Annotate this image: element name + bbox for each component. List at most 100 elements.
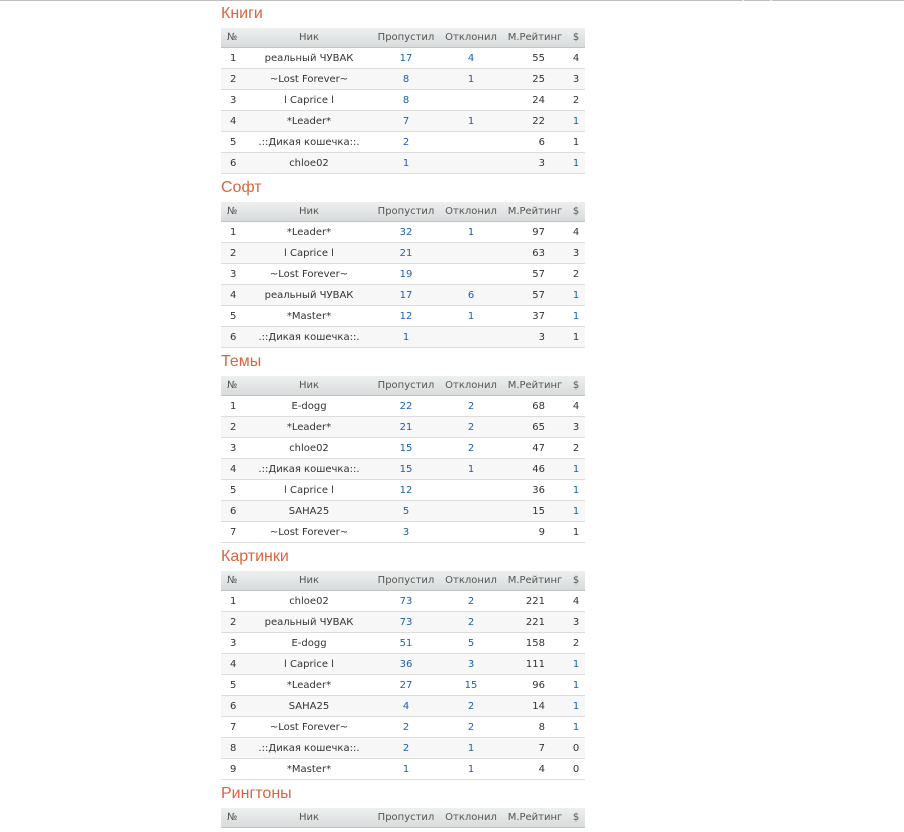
header-cash[interactable]: $ (567, 808, 585, 828)
skipped-count-link[interactable]: 1 (373, 152, 439, 174)
cash-link[interactable]: 1 (567, 695, 585, 717)
rejected-count-link[interactable]: 1 (439, 758, 503, 780)
skipped-count-link[interactable]: 7 (373, 110, 439, 132)
header-cash[interactable]: $ (567, 202, 585, 222)
skipped-count-link[interactable]: 32 (373, 221, 439, 243)
table-row: 6 SAHA25 5 15 1 (221, 500, 585, 522)
cash-link[interactable]: 1 (567, 152, 585, 174)
row-num: 4 (221, 653, 245, 675)
header-cash[interactable]: $ (567, 376, 585, 396)
rejected-count-link[interactable]: 1 (439, 68, 503, 90)
header-num[interactable]: № (221, 28, 245, 48)
header-rejected[interactable]: Отклонил (439, 376, 503, 396)
header-skipped[interactable]: Пропустил (373, 28, 439, 48)
header-num[interactable]: № (221, 571, 245, 591)
header-rating[interactable]: М.Рейтинг (503, 202, 567, 222)
cash-link[interactable]: 1 (567, 674, 585, 696)
skipped-count-link[interactable]: 2 (373, 737, 439, 759)
cash-value: 3 (567, 242, 585, 264)
skipped-count-link[interactable]: 17 (373, 47, 439, 69)
header-rating[interactable]: М.Рейтинг (503, 28, 567, 48)
rejected-count-link[interactable]: 1 (439, 458, 503, 480)
header-skipped[interactable]: Пропустил (373, 202, 439, 222)
header-skipped[interactable]: Пропустил (373, 376, 439, 396)
header-nick[interactable]: Ник (245, 571, 373, 591)
header-skipped[interactable]: Пропустил (373, 808, 439, 828)
rejected-count-link[interactable]: 2 (439, 395, 503, 417)
header-num[interactable]: № (221, 202, 245, 222)
skipped-count-link[interactable]: 8 (373, 89, 439, 111)
skipped-count-link[interactable]: 36 (373, 653, 439, 675)
rejected-count-link[interactable]: 2 (439, 590, 503, 612)
cash-link[interactable]: 1 (567, 305, 585, 327)
cash-link[interactable]: 1 (567, 284, 585, 306)
rejected-count-link[interactable]: 2 (439, 611, 503, 633)
table-row: 1 *Leader* 32 1 97 4 (221, 221, 585, 243)
skipped-count-link[interactable]: 27 (373, 674, 439, 696)
rejected-count-link[interactable]: 1 (439, 305, 503, 327)
skipped-count-link[interactable]: 19 (373, 263, 439, 285)
cash-value: 4 (567, 590, 585, 612)
skipped-count-link[interactable]: 1 (373, 326, 439, 348)
rejected-count-link[interactable]: 15 (439, 674, 503, 696)
cash-link[interactable]: 1 (567, 479, 585, 501)
table-header-row: № Ник Пропустил Отклонил М.Рейтинг $ (221, 376, 585, 396)
cash-link[interactable]: 1 (567, 653, 585, 675)
skipped-count-link[interactable]: 17 (373, 284, 439, 306)
skipped-count-link[interactable]: 2 (373, 716, 439, 738)
row-num: 6 (221, 500, 245, 522)
cash-link[interactable]: 1 (567, 110, 585, 132)
rejected-count-link[interactable]: 2 (439, 437, 503, 459)
header-rejected[interactable]: Отклонил (439, 28, 503, 48)
cash-value: 0 (567, 758, 585, 780)
skipped-count-link[interactable]: 4 (373, 695, 439, 717)
skipped-count-link[interactable]: 51 (373, 632, 439, 654)
cash-link[interactable]: 1 (567, 458, 585, 480)
header-num[interactable]: № (221, 376, 245, 396)
header-rejected[interactable]: Отклонил (439, 202, 503, 222)
skipped-count-link[interactable]: 15 (373, 458, 439, 480)
table-row: 5l Caprice l 12 36 1 (221, 479, 585, 501)
rejected-count-link[interactable]: 2 (439, 416, 503, 438)
skipped-count-link[interactable]: 22 (373, 395, 439, 417)
cash-link[interactable]: 1 (567, 716, 585, 738)
skipped-count-link[interactable]: 8 (373, 68, 439, 90)
rejected-count-link[interactable]: 4 (439, 47, 503, 69)
skipped-count-link[interactable]: 1 (373, 758, 439, 780)
header-rating[interactable]: М.Рейтинг (503, 808, 567, 828)
header-nick[interactable]: Ник (245, 202, 373, 222)
header-nick[interactable]: Ник (245, 808, 373, 828)
table-row: 3 chloe02 15 2 47 2 (221, 437, 585, 459)
skipped-count-link[interactable]: 2 (373, 131, 439, 153)
skipped-count-link[interactable]: 21 (373, 242, 439, 264)
header-rejected[interactable]: Отклонил (439, 808, 503, 828)
rating-value: 65 (503, 416, 567, 438)
skipped-count-link[interactable]: 73 (373, 590, 439, 612)
skipped-count-link[interactable]: 15 (373, 437, 439, 459)
rejected-count-link[interactable]: 6 (439, 284, 503, 306)
header-rejected[interactable]: Отклонил (439, 571, 503, 591)
header-rating[interactable]: М.Рейтинг (503, 571, 567, 591)
rejected-count-link[interactable]: 5 (439, 632, 503, 654)
header-nick[interactable]: Ник (245, 376, 373, 396)
rejected-count-link[interactable]: 1 (439, 221, 503, 243)
user-nick: l Caprice l (245, 479, 373, 501)
rejected-count-link[interactable]: 2 (439, 695, 503, 717)
skipped-count-link[interactable]: 12 (373, 479, 439, 501)
cash-link[interactable]: 1 (567, 500, 585, 522)
skipped-count-link[interactable]: 3 (373, 521, 439, 543)
header-num[interactable]: № (221, 808, 245, 828)
rejected-count-link[interactable]: 2 (439, 716, 503, 738)
rejected-count-link[interactable]: 3 (439, 653, 503, 675)
header-cash[interactable]: $ (567, 571, 585, 591)
header-skipped[interactable]: Пропустил (373, 571, 439, 591)
header-nick[interactable]: Ник (245, 28, 373, 48)
rejected-count-link[interactable]: 1 (439, 110, 503, 132)
header-rating[interactable]: М.Рейтинг (503, 376, 567, 396)
skipped-count-link[interactable]: 21 (373, 416, 439, 438)
skipped-count-link[interactable]: 73 (373, 611, 439, 633)
skipped-count-link[interactable]: 5 (373, 500, 439, 522)
skipped-count-link[interactable]: 12 (373, 305, 439, 327)
rejected-count-link[interactable]: 1 (439, 737, 503, 759)
header-cash[interactable]: $ (567, 28, 585, 48)
